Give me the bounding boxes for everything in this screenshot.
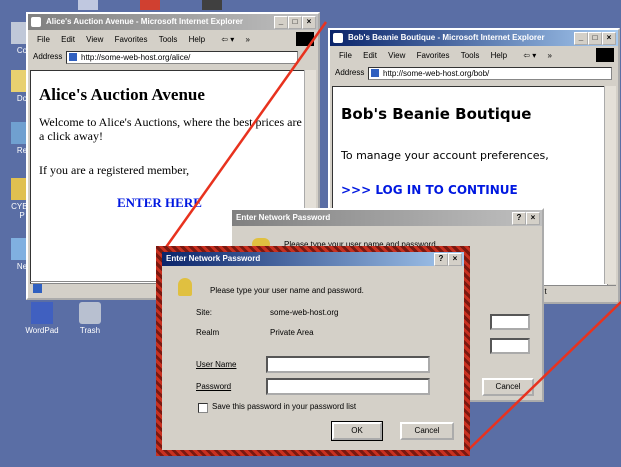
password-label: Password	[196, 382, 232, 391]
page-icon	[371, 69, 379, 77]
menu-favorites[interactable]: Favorites	[417, 51, 450, 60]
alice-registered-text: If you are a registered member,	[39, 163, 190, 177]
bob-scrollbar[interactable]	[604, 86, 616, 284]
keys-icon	[178, 278, 192, 296]
desktop-icon-top-b[interactable]	[140, 0, 160, 10]
alice-welcome-text: Welcome to Alice's Auctions, where the b…	[39, 115, 306, 143]
windows-logo-icon	[596, 48, 614, 62]
alice-enter-here-link[interactable]: ENTER HERE	[117, 195, 202, 211]
menu-favorites[interactable]: Favorites	[115, 35, 148, 44]
bob-login-link[interactable]: >>> LOG IN TO CONTINUE	[341, 183, 518, 197]
back-button-icon[interactable]: ⇦ ▾	[523, 51, 536, 60]
wordpad-icon	[31, 302, 53, 324]
alice-url: http://some-web-host.org/alice/	[81, 53, 191, 62]
menu-view[interactable]: View	[86, 35, 103, 44]
site-value: some-web-host.org	[270, 308, 339, 317]
trash-icon	[79, 302, 101, 324]
save-password-checkbox[interactable]	[198, 403, 208, 413]
site-label: Site:	[196, 308, 213, 317]
cancel-label: Cancel	[414, 426, 440, 435]
desktop-icon-label: WordPad	[25, 326, 59, 335]
alice-dialog-title: Enter Network Password	[166, 254, 261, 263]
minimize-icon[interactable]: _	[274, 16, 288, 29]
desktop-icon-label: Trash	[79, 326, 101, 335]
bob-address-bar: Address http://some-web-host.org/bob/	[330, 65, 618, 81]
alice-menu-bar: File Edit View Favorites Tools Help ⇦ ▾ …	[28, 32, 318, 47]
alice-dialog-title-bar[interactable]: Enter Network Password ? ×	[162, 252, 464, 266]
username-label: User Name	[196, 360, 237, 369]
password-input[interactable]	[266, 378, 430, 395]
desktop-icon-top-c[interactable]	[202, 0, 222, 10]
close-icon[interactable]: ×	[526, 212, 540, 225]
address-label: Address	[335, 68, 365, 77]
alice-dialog-prompt: Please type your user name and password.	[210, 286, 364, 295]
bob-dialog-field-2[interactable]	[490, 338, 530, 354]
minimize-icon[interactable]: _	[574, 32, 588, 45]
ok-button[interactable]: OK	[331, 421, 383, 441]
bob-menu-bar: File Edit View Favorites Tools Help ⇦ ▾ …	[330, 48, 618, 63]
save-password-label[interactable]: Save this password in your password list	[212, 402, 356, 411]
bob-heading: Bob's Beanie Boutique	[341, 105, 532, 123]
address-label: Address	[33, 52, 63, 61]
menu-file[interactable]: File	[37, 35, 50, 44]
ok-label: OK	[351, 426, 363, 435]
bob-address-input[interactable]: http://some-web-host.org/bob/	[368, 67, 612, 80]
menu-edit[interactable]: Edit	[61, 35, 75, 44]
ie-icon	[31, 17, 41, 27]
menu-view[interactable]: View	[388, 51, 405, 60]
alice-address-input[interactable]: http://some-web-host.org/alice/	[66, 51, 298, 64]
bob-dialog-cancel-button[interactable]: Cancel	[482, 378, 534, 396]
realm-label: Realm	[196, 328, 220, 337]
ie-status-icon	[33, 284, 42, 293]
chevron-icon[interactable]: »	[548, 51, 552, 60]
alice-password-dialog[interactable]: Enter Network Password ? × Please type y…	[162, 252, 464, 450]
windows-logo-icon	[296, 32, 314, 46]
cancel-button[interactable]: Cancel	[400, 422, 454, 440]
close-icon[interactable]: ×	[602, 32, 616, 45]
close-icon[interactable]: ×	[302, 16, 316, 29]
bob-manage-text: To manage your account preferences,	[341, 149, 549, 162]
close-icon[interactable]: ×	[448, 253, 462, 266]
help-icon[interactable]: ?	[512, 212, 526, 225]
menu-tools[interactable]: Tools	[461, 51, 480, 60]
desktop-icon-top-a[interactable]	[78, 0, 98, 10]
menu-tools[interactable]: Tools	[159, 35, 178, 44]
maximize-icon[interactable]: □	[288, 16, 302, 29]
alice-title-bar[interactable]: Alice's Auction Avenue - Microsoft Inter…	[28, 14, 318, 30]
menu-edit[interactable]: Edit	[363, 51, 377, 60]
page-icon	[69, 53, 77, 61]
menu-help[interactable]: Help	[491, 51, 507, 60]
desktop-icon-trash[interactable]: Trash	[68, 302, 112, 335]
bob-dialog-title: Enter Network Password	[236, 213, 331, 222]
realm-value: Private Area	[270, 328, 314, 337]
maximize-icon[interactable]: □	[588, 32, 602, 45]
alice-heading: Alice's Auction Avenue	[39, 85, 205, 104]
menu-file[interactable]: File	[339, 51, 352, 60]
back-button-icon[interactable]: ⇦ ▾	[221, 35, 234, 44]
bob-dialog-field-1[interactable]	[490, 314, 530, 330]
username-input[interactable]	[266, 356, 430, 373]
alice-window-title: Alice's Auction Avenue - Microsoft Inter…	[46, 17, 244, 26]
bob-title-bar[interactable]: Bob's Beanie Boutique - Microsoft Intern…	[330, 30, 618, 46]
highlight-frame: Enter Network Password ? × Please type y…	[156, 246, 470, 456]
desktop-icon-wordpad[interactable]: WordPad	[20, 302, 64, 335]
bob-url: http://some-web-host.org/bob/	[383, 69, 490, 78]
alice-address-bar: Address http://some-web-host.org/alice/	[28, 49, 318, 65]
bob-dialog-cancel-label: Cancel	[495, 382, 521, 391]
help-icon[interactable]: ?	[434, 253, 448, 266]
chevron-icon[interactable]: »	[246, 35, 250, 44]
bob-window-title: Bob's Beanie Boutique - Microsoft Intern…	[348, 33, 545, 42]
bob-dialog-title-bar[interactable]: Enter Network Password ? ×	[232, 210, 542, 226]
ie-icon	[333, 33, 343, 43]
menu-help[interactable]: Help	[189, 35, 205, 44]
